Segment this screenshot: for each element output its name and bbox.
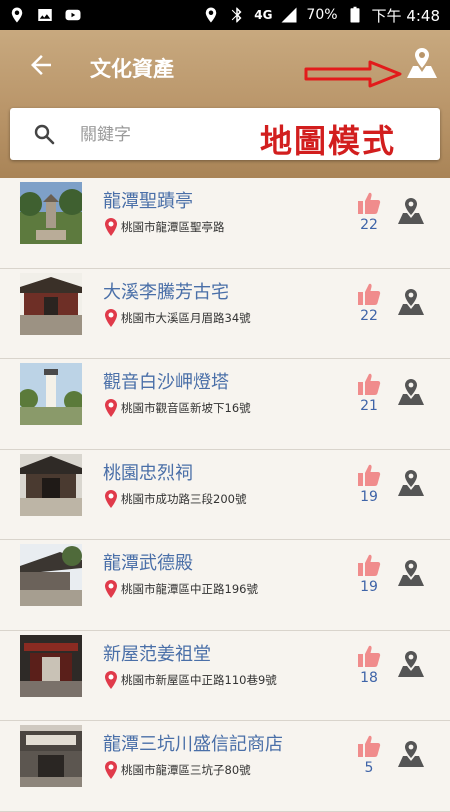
bluetooth-icon [228,6,246,24]
location-pin-icon [105,670,117,689]
item-address: 桃園市龍潭區三坑子80號 [121,763,251,777]
item-name[interactable]: 龍潭聖蹟亭 [103,187,193,213]
like-count: 22 [360,307,378,324]
thumbs-up-icon[interactable] [356,552,382,578]
app-header: 文化資產 地圖模式 [0,30,450,178]
thumbnail-image [20,272,82,335]
list-item[interactable]: 龍潭武德殿 桃園市龍潭區中正路196號 19 [0,540,450,631]
map-location-icon[interactable] [396,558,426,588]
list-item[interactable]: 新屋范姜祖堂 桃園市新屋區中正路110巷9號 18 [0,631,450,721]
location-pin-icon [105,399,117,417]
location-pin-icon [105,308,117,327]
location-notification-icon [8,6,26,24]
thumbs-up-icon[interactable] [356,733,382,759]
thumbs-up-icon[interactable] [356,371,382,397]
search-input[interactable] [78,120,242,150]
map-location-icon[interactable] [396,649,426,679]
page-title: 文化資產 [90,57,174,81]
map-location-icon[interactable] [396,287,426,317]
thumbs-up-icon[interactable] [356,643,382,669]
like-count: 18 [360,669,378,686]
location-icon [202,6,220,24]
image-notification-icon [36,6,54,24]
like-count: 21 [360,398,378,414]
map-location-icon[interactable] [396,196,426,226]
location-pin-icon [105,580,117,598]
item-address: 桃園市龍潭區中正路196號 [121,582,258,596]
heritage-list: 龍潭聖蹟亭 桃園市龍潭區聖亭路 22 大溪李騰芳古宅 桃園市大溪區月眉路34號 … [0,178,450,812]
thumbnail-image [20,453,82,516]
item-name[interactable]: 觀音白沙岬燈塔 [103,368,229,394]
location-pin-icon [105,218,117,236]
item-address: 桃園市觀音區新坡下16號 [121,401,251,415]
search-bar: 地圖模式 [10,108,440,160]
map-location-icon[interactable] [396,468,426,498]
item-name[interactable]: 龍潭武德殿 [103,549,193,575]
signal-icon [280,6,298,24]
item-address: 桃園市龍潭區聖亭路 [121,220,225,234]
map-location-icon[interactable] [396,739,426,769]
thumbs-up-icon[interactable] [356,281,382,307]
thumbnail-image [20,634,82,697]
map-mode-label: 地圖模式 [260,122,397,160]
list-item[interactable]: 龍潭三坑川盛信記商店 桃園市龍潭區三坑子80號 5 [0,721,450,812]
thumbs-up-icon[interactable] [356,190,382,216]
location-pin-icon [105,761,117,779]
location-pin-icon [105,489,117,508]
list-item[interactable]: 龍潭聖蹟亭 桃園市龍潭區聖亭路 22 [0,178,450,269]
like-count: 19 [360,488,378,505]
like-count: 5 [364,760,374,776]
item-name[interactable]: 大溪李騰芳古宅 [103,278,229,304]
like-count: 22 [360,217,378,233]
network-type: 4G [254,8,273,22]
youtube-notification-icon [64,6,82,24]
list-item[interactable]: 桃園忠烈祠 桃園市成功路三段200號 19 [0,450,450,540]
item-name[interactable]: 桃園忠烈祠 [103,459,193,485]
item-address: 桃園市新屋區中正路110巷9號 [121,672,277,687]
like-count: 19 [360,579,378,595]
battery-icon [346,6,364,24]
item-name[interactable]: 龍潭三坑川盛信記商店 [103,730,283,756]
annotation-arrow [304,60,402,88]
clock: 下午 4:48 [371,6,440,25]
thumbnail-image [20,544,82,606]
thumbnail-image [20,725,82,787]
item-address: 桃園市成功路三段200號 [121,491,247,506]
thumbs-up-icon[interactable] [356,462,382,488]
map-location-icon[interactable] [396,377,426,407]
status-bar: 4G 70% 下午 4:48 [0,0,450,30]
thumbnail-image [20,182,82,244]
battery-percent: 70% [306,7,338,23]
item-name[interactable]: 新屋范姜祖堂 [103,640,211,666]
thumbnail-image [20,363,82,425]
item-address: 桃園市大溪區月眉路34號 [121,310,251,325]
list-item[interactable]: 大溪李騰芳古宅 桃園市大溪區月眉路34號 22 [0,269,450,359]
search-icon [34,124,55,145]
map-mode-icon[interactable] [404,46,440,82]
list-item[interactable]: 觀音白沙岬燈塔 桃園市觀音區新坡下16號 21 [0,359,450,450]
back-arrow-icon[interactable] [26,50,56,80]
